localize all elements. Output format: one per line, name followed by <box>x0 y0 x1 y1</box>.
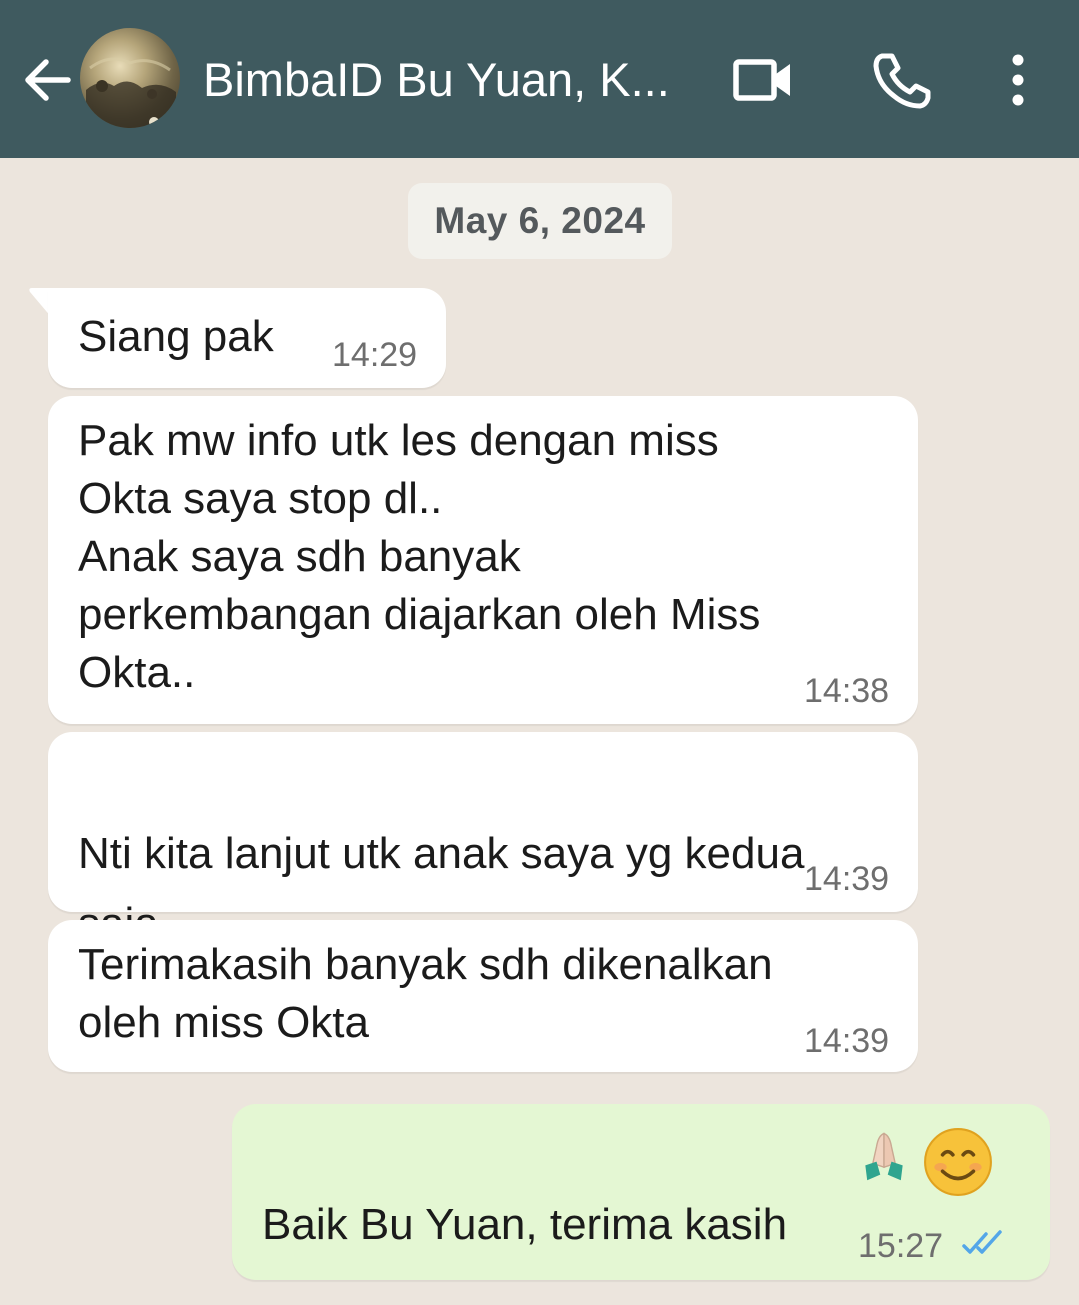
message-time: 15:27 <box>858 1227 944 1265</box>
message-bubble-incoming[interactable]: Siang pak 14:29 <box>48 288 446 388</box>
message-bubble-incoming[interactable]: Nti kita lanjut utk anak saya yg kedua s… <box>48 732 918 1015</box>
message-text: Siang pak <box>78 312 274 361</box>
video-call-icon[interactable] <box>732 50 794 110</box>
message-bubble-incoming[interactable]: Terimakasih banyak sdh dikenalkan oleh m… <box>48 920 918 1072</box>
contact-avatar[interactable] <box>80 28 180 128</box>
voice-call-icon[interactable] <box>870 50 932 110</box>
smiling-face-icon <box>924 1128 992 1196</box>
message-bubble-outgoing[interactable]: Baik Bu Yuan, terima kasih 15:27 <box>232 1104 1050 1280</box>
back-arrow-icon[interactable] <box>20 52 72 108</box>
message-time: 14:39 <box>804 1022 890 1060</box>
message-time: 14:29 <box>332 336 418 374</box>
more-options-icon[interactable] <box>1000 50 1036 110</box>
message-text-content: Baik Bu Yuan, terima kasih <box>262 1200 788 1249</box>
date-separator: May 6, 2024 <box>408 183 672 259</box>
message-text: Baik Bu Yuan, terima kasih <box>262 1132 787 1256</box>
read-double-check-icon <box>962 1230 1002 1254</box>
chat-header: BimbaID Bu Yuan, K... <box>0 0 1079 158</box>
contact-name[interactable]: BimbaID Bu Yuan, K... <box>203 48 693 112</box>
message-bubble-incoming[interactable]: Pak mw info utk les dengan miss Okta say… <box>48 396 918 724</box>
message-text: Terimakasih banyak sdh dikenalkan oleh m… <box>78 940 773 1047</box>
message-text: Pak mw info utk les dengan miss Okta say… <box>78 416 761 697</box>
message-time: 14:38 <box>804 672 890 710</box>
message-time: 14:39 <box>804 860 890 898</box>
folded-hands-icon <box>865 1132 903 1181</box>
